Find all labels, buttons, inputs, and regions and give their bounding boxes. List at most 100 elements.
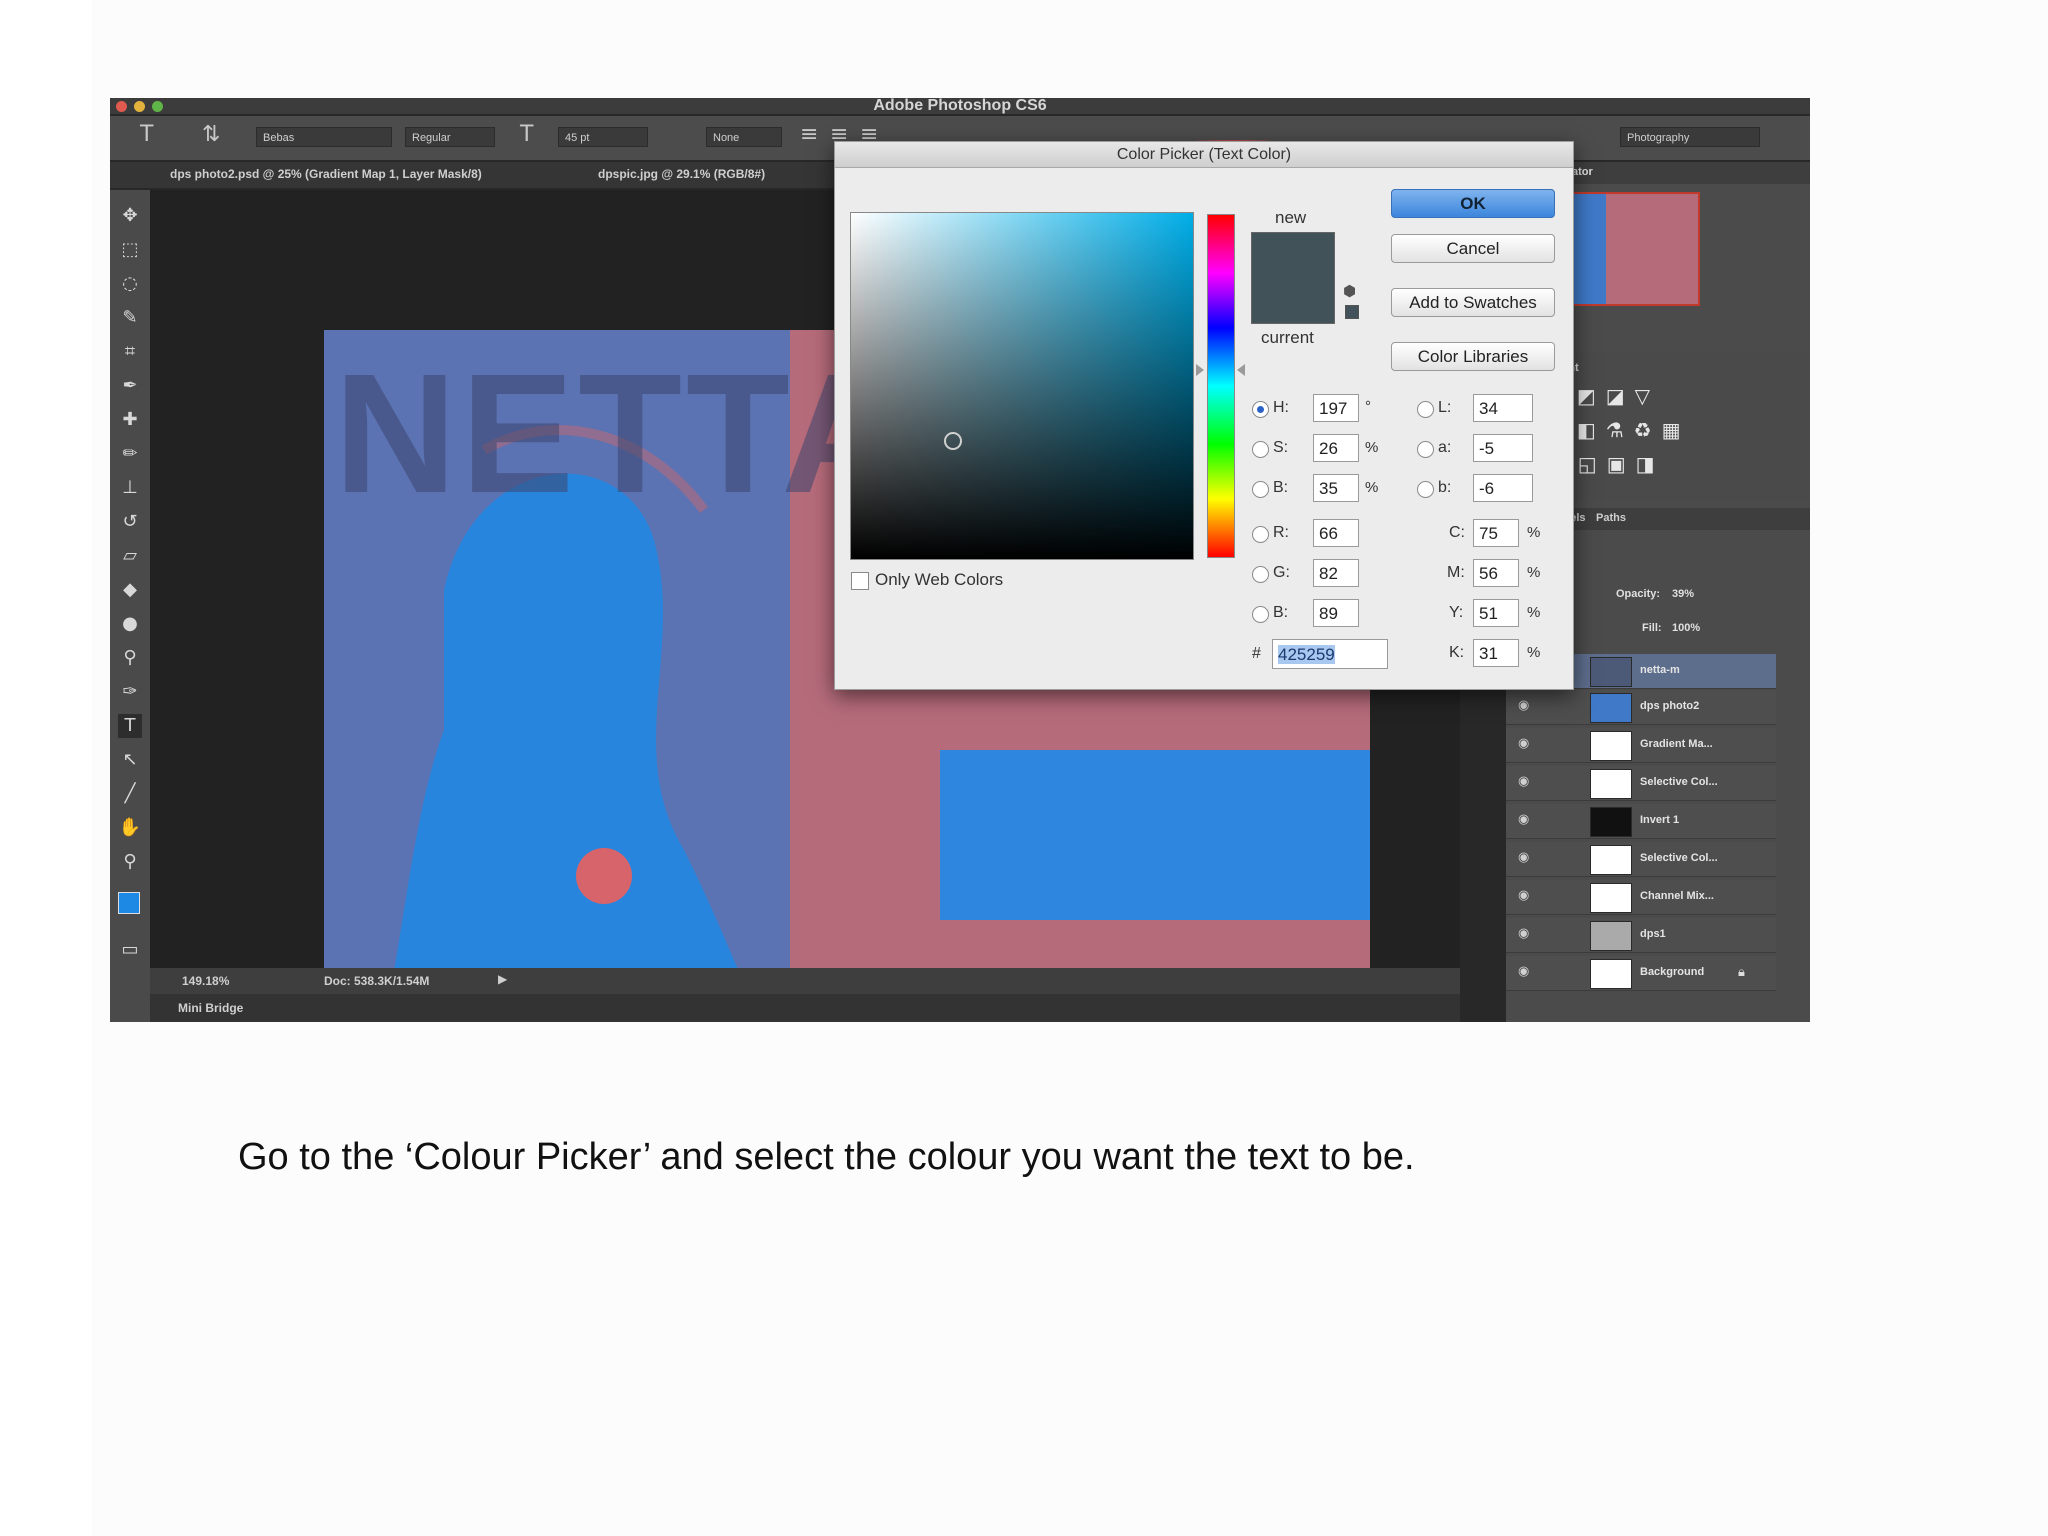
tab-dps-photo2[interactable]: dps photo2.psd @ 25% (Gradient Map 1, La… bbox=[170, 167, 482, 181]
layer-row[interactable]: ◉ Invert 1 bbox=[1506, 804, 1776, 839]
a-radio[interactable] bbox=[1417, 441, 1434, 458]
font-size-select[interactable]: 45 pt bbox=[558, 127, 648, 147]
eraser-tool-icon[interactable]: ▱ bbox=[118, 544, 142, 568]
blur-tool-icon[interactable]: ● bbox=[118, 612, 142, 636]
g-input[interactable]: 82 bbox=[1313, 559, 1359, 587]
eye-icon[interactable]: ◉ bbox=[1518, 813, 1532, 827]
layer-row[interactable]: ◉ Gradient Ma... bbox=[1506, 728, 1776, 763]
eye-icon[interactable]: ◉ bbox=[1518, 851, 1532, 865]
ok-button[interactable]: OK bbox=[1391, 189, 1555, 218]
s-input[interactable]: 26 bbox=[1313, 434, 1359, 462]
layer-name: Background bbox=[1640, 966, 1705, 978]
lab-b-input[interactable]: -6 bbox=[1473, 474, 1533, 502]
layer-row[interactable]: ◉ Channel Mix... bbox=[1506, 880, 1776, 915]
brush-tool-icon[interactable]: ✏ bbox=[118, 442, 142, 466]
s-radio[interactable] bbox=[1252, 441, 1269, 458]
h-radio[interactable] bbox=[1252, 401, 1269, 418]
minimize-button[interactable] bbox=[134, 101, 145, 112]
layer-thumb bbox=[1590, 921, 1632, 951]
font-family-select[interactable]: Bebas bbox=[256, 127, 392, 147]
layer-row[interactable]: ◉ dps1 bbox=[1506, 918, 1776, 953]
type-tool-icon[interactable]: T bbox=[140, 122, 153, 147]
h-input[interactable]: 197 bbox=[1313, 394, 1359, 422]
fill-value[interactable]: 100% bbox=[1672, 622, 1700, 634]
eye-icon[interactable]: ◉ bbox=[1518, 927, 1532, 941]
dodge-tool-icon[interactable]: ⚲ bbox=[118, 646, 142, 670]
paint-bucket-tool-icon[interactable]: ◆ bbox=[118, 578, 142, 602]
marquee-tool-icon[interactable]: ⬚ bbox=[118, 238, 142, 262]
lab-b-radio[interactable] bbox=[1417, 481, 1434, 498]
status-bar: 149.18% Doc: 538.3K/1.54M ▶ bbox=[150, 968, 1460, 994]
type-orientation-icon[interactable]: ⇅ bbox=[202, 122, 220, 147]
screen-mode-icon[interactable]: ▭ bbox=[118, 938, 142, 962]
b-input[interactable]: 35 bbox=[1313, 474, 1359, 502]
tab-dpspic[interactable]: dpspic.jpg @ 29.1% (RGB/8#) bbox=[598, 167, 765, 181]
current-color-swatch[interactable] bbox=[1252, 278, 1334, 323]
out-of-gamut-cube-icon[interactable]: ⬢ bbox=[1343, 282, 1356, 300]
m-label: M: bbox=[1447, 564, 1465, 581]
web-safe-swatch-icon[interactable] bbox=[1345, 305, 1359, 319]
line-tool-icon[interactable]: ╱ bbox=[118, 782, 142, 806]
l-radio[interactable] bbox=[1417, 401, 1434, 418]
m-input[interactable]: 56 bbox=[1473, 559, 1519, 587]
path-select-tool-icon[interactable]: ↖ bbox=[118, 748, 142, 772]
blue-input[interactable]: 89 bbox=[1313, 599, 1359, 627]
hand-tool-icon[interactable]: ✋ bbox=[118, 816, 142, 840]
font-style-select[interactable]: Regular bbox=[405, 127, 495, 147]
g-radio[interactable] bbox=[1252, 566, 1269, 583]
l-input[interactable]: 34 bbox=[1473, 394, 1533, 422]
paths-tab[interactable]: Paths bbox=[1596, 512, 1626, 524]
blue-radio[interactable] bbox=[1252, 606, 1269, 623]
hue-slider-handle-right[interactable] bbox=[1237, 364, 1245, 376]
align-left-icon[interactable]: ≡ bbox=[800, 122, 818, 147]
lasso-tool-icon[interactable]: ◌ bbox=[118, 272, 142, 296]
cancel-button[interactable]: Cancel bbox=[1391, 234, 1555, 263]
r-radio[interactable] bbox=[1252, 526, 1269, 543]
workspace-select[interactable]: Photography bbox=[1620, 127, 1760, 147]
healing-tool-icon[interactable]: ✚ bbox=[118, 408, 142, 432]
hue-slider[interactable] bbox=[1207, 214, 1235, 558]
quick-select-tool-icon[interactable]: ✎ bbox=[118, 306, 142, 330]
zoom-level[interactable]: 149.18% bbox=[182, 974, 229, 988]
eye-icon[interactable]: ◉ bbox=[1518, 699, 1532, 713]
hex-input[interactable]: 425259 bbox=[1272, 639, 1388, 669]
y-input[interactable]: 51 bbox=[1473, 599, 1519, 627]
zoom-button[interactable] bbox=[152, 101, 163, 112]
foreground-color-swatch[interactable] bbox=[118, 892, 140, 914]
color-libraries-button[interactable]: Color Libraries bbox=[1391, 342, 1555, 371]
pen-tool-icon[interactable]: ✑ bbox=[118, 680, 142, 704]
eyedropper-tool-icon[interactable]: ✒ bbox=[118, 374, 142, 398]
color-field-picker[interactable] bbox=[944, 432, 962, 450]
k-input[interactable]: 31 bbox=[1473, 639, 1519, 667]
move-tool-icon[interactable]: ✥ bbox=[118, 204, 142, 228]
history-brush-tool-icon[interactable]: ↺ bbox=[118, 510, 142, 534]
add-to-swatches-button[interactable]: Add to Swatches bbox=[1391, 288, 1555, 317]
r-input[interactable]: 66 bbox=[1313, 519, 1359, 547]
layer-name: netta-m bbox=[1640, 664, 1680, 676]
only-web-colors-checkbox[interactable] bbox=[851, 572, 869, 590]
eye-icon[interactable]: ◉ bbox=[1518, 889, 1532, 903]
c-input[interactable]: 75 bbox=[1473, 519, 1519, 547]
layer-row[interactable]: ◉ Selective Col... bbox=[1506, 842, 1776, 877]
layer-row[interactable]: ◉ Selective Col... bbox=[1506, 766, 1776, 801]
eye-icon[interactable]: ◉ bbox=[1518, 775, 1532, 789]
color-field[interactable] bbox=[850, 212, 1194, 560]
stamp-tool-icon[interactable]: ⊥ bbox=[118, 476, 142, 500]
zoom-tool-icon[interactable]: ⚲ bbox=[118, 850, 142, 874]
eye-icon[interactable]: ◉ bbox=[1518, 965, 1532, 979]
a-input[interactable]: -5 bbox=[1473, 434, 1533, 462]
mini-bridge-label[interactable]: Mini Bridge bbox=[178, 1001, 243, 1015]
b-radio[interactable] bbox=[1252, 481, 1269, 498]
anti-alias-select[interactable]: None bbox=[706, 127, 782, 147]
eye-icon[interactable]: ◉ bbox=[1518, 737, 1532, 751]
layer-row[interactable]: ◉ dps photo2 bbox=[1506, 690, 1776, 725]
crop-tool-icon[interactable]: ⌗ bbox=[118, 340, 142, 364]
opacity-value[interactable]: 39% bbox=[1672, 588, 1694, 600]
layer-row[interactable]: ◉ Background 🔒︎ bbox=[1506, 956, 1776, 991]
type-tool-active-icon[interactable]: T bbox=[118, 714, 142, 738]
k-unit: % bbox=[1527, 644, 1541, 661]
status-arrow-icon[interactable]: ▶ bbox=[498, 972, 507, 986]
hue-slider-handle-left[interactable] bbox=[1196, 364, 1204, 376]
close-button[interactable] bbox=[116, 101, 127, 112]
app-title: Adobe Photoshop CS6 bbox=[873, 98, 1047, 114]
